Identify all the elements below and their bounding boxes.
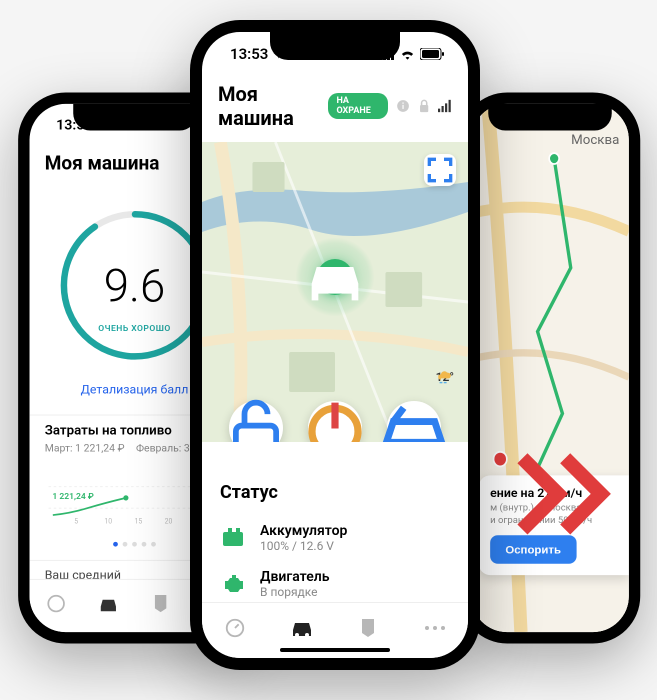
engine-icon bbox=[221, 573, 247, 595]
battery-icon bbox=[420, 48, 444, 60]
status-section: Статус Аккумулятор 100% / 12.6 V Двигате… bbox=[202, 442, 468, 602]
signal-icon bbox=[379, 48, 395, 60]
phone-center: 13:53 Моя машина НА ОХРАНЕ bbox=[190, 20, 480, 670]
time-label: 13:53 bbox=[56, 116, 92, 133]
engine-status[interactable]: Двигатель В порядке bbox=[220, 561, 450, 602]
time-label: 13:53 bbox=[230, 45, 268, 63]
weather-icon bbox=[436, 370, 454, 384]
page-title: Моя машина bbox=[218, 82, 328, 130]
battery-status[interactable]: Аккумулятор 100% / 12.6 V bbox=[220, 515, 450, 561]
location-arrow-icon bbox=[272, 48, 284, 60]
status-title: Статус bbox=[220, 482, 450, 503]
signal-strength-icon bbox=[438, 99, 452, 113]
phone-right: Москва ение на 27 км/ч м (внутр.), г. Мо… bbox=[460, 93, 641, 644]
page-title: Моя машина bbox=[45, 151, 160, 174]
tab-2[interactable] bbox=[91, 586, 125, 620]
tab-shield[interactable] bbox=[350, 610, 386, 646]
tab-dashboard[interactable] bbox=[217, 610, 253, 646]
wifi-icon bbox=[175, 119, 189, 130]
tab-1[interactable] bbox=[39, 586, 73, 620]
car-icon bbox=[295, 237, 375, 317]
location-arrow-icon bbox=[96, 119, 107, 130]
status-bar: 13:53 bbox=[202, 32, 468, 76]
map[interactable]: Москва ение на 27 км/ч м (внутр.), г. Мо… bbox=[471, 104, 629, 632]
fuel-march: Март: 1 221,24 ₽ bbox=[45, 442, 125, 454]
svg-text:20: 20 bbox=[165, 518, 173, 526]
trunk-icon bbox=[281, 394, 468, 443]
city-label: Москва bbox=[571, 132, 619, 147]
speed-alert: ение на 27 км/ч м (внутр.), г. Москва и … bbox=[479, 475, 629, 575]
guard-badge: НА ОХРАНЕ bbox=[328, 93, 387, 119]
expand-button[interactable] bbox=[424, 154, 456, 186]
car-marker[interactable] bbox=[295, 237, 375, 317]
score-label: ОЧЕНЬ ХОРОШО bbox=[98, 324, 170, 334]
trunk-button[interactable]: Багажник bbox=[387, 401, 441, 442]
home-indicator[interactable] bbox=[280, 648, 390, 652]
tab-more[interactable] bbox=[417, 610, 453, 646]
signal-icon bbox=[155, 119, 170, 130]
header: Моя машина НА ОХРАНЕ bbox=[202, 76, 468, 142]
lock-icon[interactable] bbox=[418, 98, 430, 114]
tab-car[interactable] bbox=[284, 610, 320, 646]
info-icon[interactable] bbox=[396, 98, 410, 114]
svg-text:15: 15 bbox=[135, 518, 143, 526]
temperature: 12° bbox=[436, 370, 454, 384]
svg-text:10: 10 bbox=[104, 518, 112, 526]
battery-full-icon bbox=[221, 528, 247, 548]
wifi-icon bbox=[400, 48, 415, 60]
tab-3[interactable] bbox=[144, 586, 178, 620]
map[interactable]: 12° Двери Завести Багажник bbox=[202, 142, 468, 442]
svg-text:5: 5 bbox=[74, 518, 78, 526]
chevron-right-icon[interactable] bbox=[490, 444, 629, 544]
